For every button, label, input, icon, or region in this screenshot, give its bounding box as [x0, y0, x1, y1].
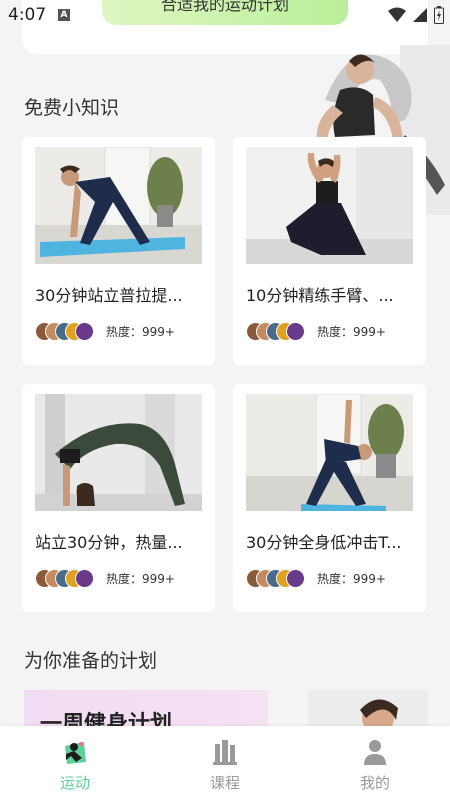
system-icons — [388, 6, 444, 24]
course-icon — [213, 740, 237, 765]
tip-card[interactable]: 站立30分钟，热量... 热度：999+ — [22, 384, 215, 612]
plans-section-title: 为你准备的计划 — [24, 650, 158, 672]
bottom-nav: 运动 课程 我的 — [0, 726, 450, 801]
heat-count: 热度：999+ — [317, 325, 386, 339]
avatar-group — [35, 569, 95, 588]
tip-card-image — [35, 394, 202, 511]
nav-label-profile: 我的 — [359, 774, 390, 792]
avatar — [75, 569, 94, 588]
wifi-icon — [388, 7, 406, 22]
nav-label-courses: 课程 — [209, 774, 240, 792]
avatar-group — [246, 569, 306, 588]
avatar-group — [246, 322, 306, 341]
tip-card[interactable]: 10分钟精练手臂、... 热度：999+ — [233, 137, 426, 365]
avatar — [75, 322, 94, 341]
tip-card[interactable]: 30分钟站立普拉提... 热度：999+ — [22, 137, 215, 365]
nav-item-exercise[interactable]: 运动 — [25, 726, 125, 801]
tip-card-image — [246, 394, 413, 511]
signal-icon — [413, 8, 427, 22]
status-time: 4:07 — [8, 5, 47, 25]
notification-a-icon: A — [58, 9, 70, 21]
heat-count: 热度：999+ — [106, 572, 175, 586]
avatar — [286, 322, 305, 341]
avatar — [286, 569, 305, 588]
exercise-icon — [65, 742, 86, 764]
tip-card-title: 30分钟站立普拉提... — [35, 286, 183, 305]
tip-card-image — [246, 147, 413, 264]
heat-count: 热度：999+ — [106, 325, 175, 339]
status-bar: 4:07 A — [0, 0, 450, 30]
nav-item-courses[interactable]: 课程 — [175, 726, 275, 801]
heat-count: 热度：999+ — [317, 572, 386, 586]
nav-item-profile[interactable]: 我的 — [325, 726, 425, 801]
free-tips-title: 免费小知识 — [24, 97, 120, 119]
tip-card-title: 站立30分钟，热量... — [35, 533, 183, 552]
tip-card[interactable]: 30分钟全身低冲击T... 热度：999+ — [233, 384, 426, 612]
tip-card-image — [35, 147, 202, 264]
battery-icon — [434, 6, 444, 24]
profile-icon — [364, 740, 386, 765]
avatar-group — [35, 322, 95, 341]
nav-label-exercise: 运动 — [59, 774, 90, 792]
tip-card-title: 10分钟精练手臂、... — [246, 286, 394, 305]
tip-card-title: 30分钟全身低冲击T... — [246, 533, 402, 552]
